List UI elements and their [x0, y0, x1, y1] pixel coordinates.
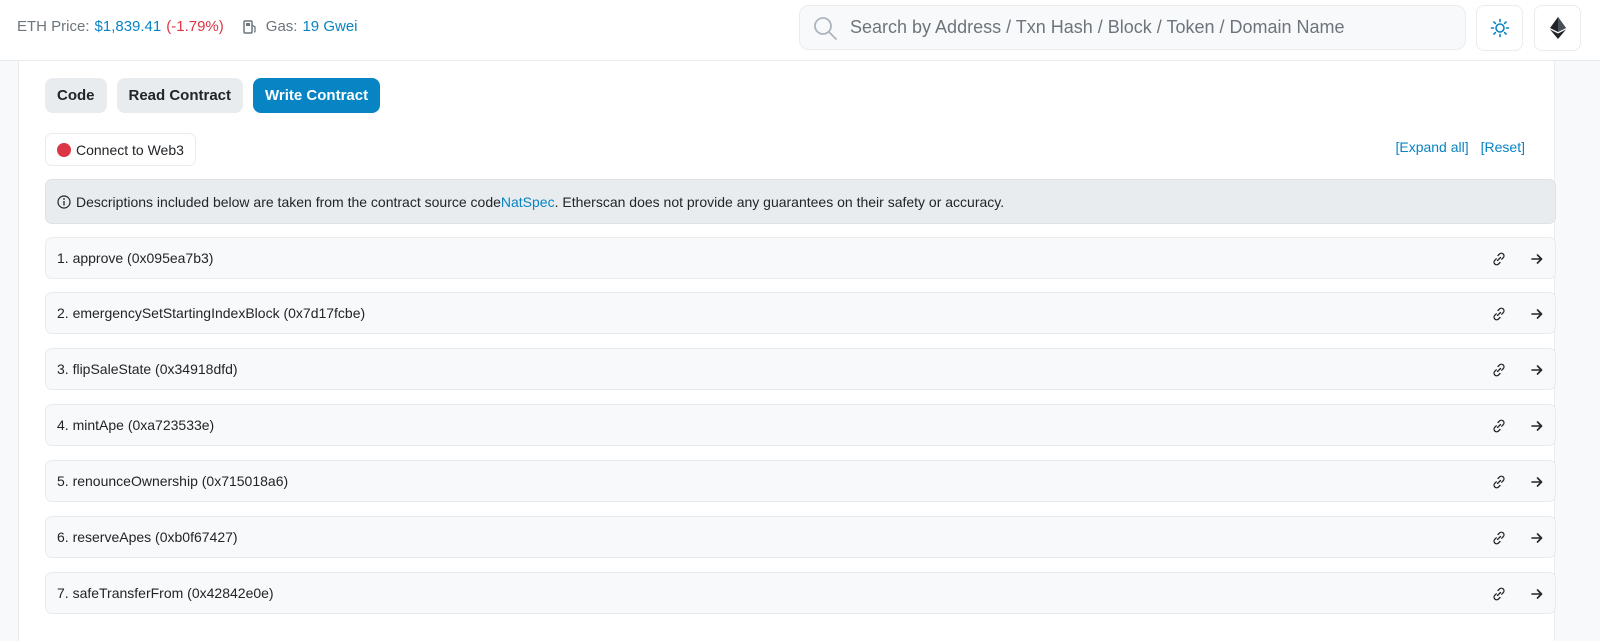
network-button[interactable] — [1534, 5, 1581, 51]
function-row[interactable]: 7. safeTransferFrom (0x42842e0e) — [45, 572, 1556, 614]
function-row[interactable]: 6. reserveApes (0xb0f67427) — [45, 516, 1556, 558]
expand-all-link[interactable]: [Expand all] — [1395, 139, 1468, 155]
eth-price-label: ETH Price: — [17, 18, 90, 35]
eth-price-value[interactable]: $1,839.41 — [95, 17, 162, 37]
expand-reset-links: [Expand all] [Reset] — [1383, 139, 1525, 155]
ethereum-icon — [1549, 17, 1566, 39]
link-icon[interactable] — [1491, 586, 1507, 602]
contract-card: Code Read Contract Write Contract Connec… — [18, 61, 1556, 641]
function-label: 6. reserveApes (0xb0f67427) — [57, 529, 238, 545]
link-icon[interactable] — [1491, 418, 1507, 434]
function-label: 4. mintApe (0xa723533e) — [57, 417, 215, 433]
search-input[interactable] — [848, 16, 1448, 39]
gas-pump-icon — [242, 19, 258, 35]
gas-label: Gas: — [265, 18, 298, 35]
eth-price-change: (-1.79%) — [166, 18, 224, 35]
connect-web3-label: Connect to Web3 — [76, 141, 184, 158]
function-label: 1. approve (0x095ea7b3) — [57, 250, 214, 266]
arrow-right-icon[interactable] — [1529, 306, 1545, 322]
arrow-right-icon[interactable] — [1529, 362, 1545, 378]
function-label: 3. flipSaleState (0x34918dfd) — [57, 361, 238, 377]
function-row[interactable]: 3. flipSaleState (0x34918dfd) — [45, 348, 1556, 390]
notice-text-before: Descriptions included below are taken fr… — [76, 193, 501, 210]
tab-write-contract[interactable]: Write Contract — [253, 78, 381, 113]
function-row[interactable]: 4. mintApe (0xa723533e) — [45, 404, 1556, 446]
search-icon — [814, 16, 837, 40]
notice-text-after: . Etherscan does not provide any guarant… — [554, 193, 1005, 210]
tab-code[interactable]: Code — [45, 78, 107, 113]
connection-status-dot-icon — [57, 142, 71, 157]
eth-price-widget: ETH Price: $1,839.41 (-1.79%) Gas: 19 Gw… — [17, 17, 358, 37]
top-header: ETH Price: $1,839.41 (-1.79%) Gas: 19 Gw… — [0, 0, 1600, 61]
function-label: 5. renounceOwnership (0x715018a6) — [57, 473, 289, 489]
function-row[interactable]: 5. renounceOwnership (0x715018a6) — [45, 460, 1556, 502]
link-icon[interactable] — [1491, 251, 1507, 267]
connect-web3-button[interactable]: Connect to Web3 — [45, 133, 196, 166]
function-row[interactable]: 1. approve (0x095ea7b3) — [45, 237, 1556, 279]
arrow-right-icon[interactable] — [1529, 251, 1545, 267]
function-label: 7. safeTransferFrom (0x42842e0e) — [57, 585, 274, 601]
natspec-notice: Descriptions included below are taken fr… — [45, 179, 1556, 224]
link-icon[interactable] — [1491, 306, 1507, 322]
natspec-link[interactable]: NatSpec — [501, 194, 555, 210]
arrow-right-icon[interactable] — [1529, 474, 1545, 490]
gas-value[interactable]: 19 Gwei — [302, 17, 357, 37]
arrow-right-icon[interactable] — [1529, 530, 1545, 546]
arrow-right-icon[interactable] — [1529, 418, 1545, 434]
function-row[interactable]: 2. emergencySetStartingIndexBlock (0x7d1… — [45, 292, 1556, 334]
info-icon — [57, 194, 71, 209]
theme-toggle-button[interactable] — [1476, 5, 1523, 51]
tab-read-contract[interactable]: Read Contract — [116, 78, 244, 113]
link-icon[interactable] — [1491, 362, 1507, 378]
sun-icon — [1490, 18, 1509, 38]
link-icon[interactable] — [1491, 530, 1507, 546]
search-box[interactable] — [799, 5, 1466, 50]
reset-link[interactable]: [Reset] — [1481, 139, 1525, 155]
arrow-right-icon[interactable] — [1529, 586, 1545, 602]
link-icon[interactable] — [1491, 474, 1507, 490]
function-label: 2. emergencySetStartingIndexBlock (0x7d1… — [57, 305, 366, 321]
contract-tabs: Code Read Contract Write Contract — [45, 78, 390, 113]
